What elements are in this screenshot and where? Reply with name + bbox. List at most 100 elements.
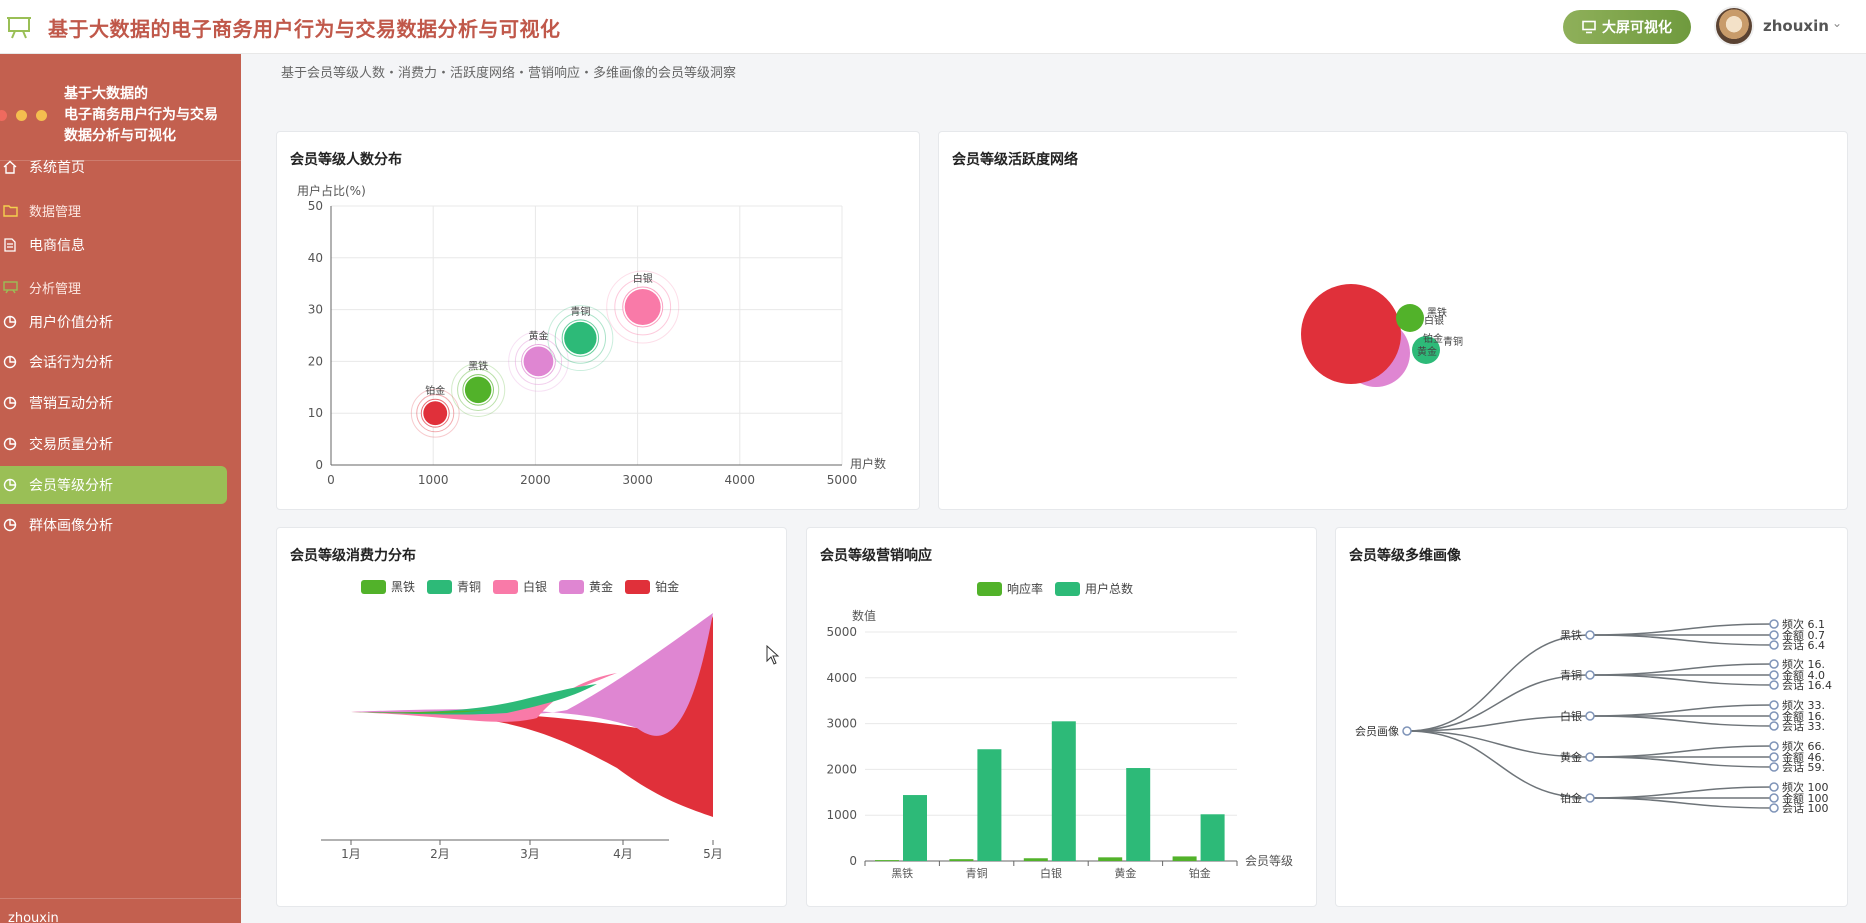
x-tick-label: 3000 bbox=[622, 473, 653, 487]
sidebar-item-group-3[interactable]: 分析管理 bbox=[0, 268, 241, 306]
dot-red-icon bbox=[0, 110, 7, 121]
bubble-point bbox=[523, 346, 554, 377]
sidebar-item-label: 电商信息 bbox=[29, 238, 85, 254]
y-tick-label: 3000 bbox=[826, 717, 857, 731]
tree-link bbox=[1589, 634, 1775, 646]
bubble-point bbox=[423, 401, 448, 426]
sidebar-item-label: 数据管理 bbox=[29, 204, 82, 220]
sidebar-item-label: 系统首页 bbox=[29, 160, 85, 176]
bubble-label: 黄金 bbox=[528, 329, 548, 342]
tree-link bbox=[1589, 786, 1775, 799]
sidebar-item-label: 分析管理 bbox=[29, 281, 82, 297]
tree-node bbox=[1585, 630, 1595, 640]
tree-node bbox=[1585, 752, 1595, 762]
x-tick-label: 黑铁 bbox=[891, 867, 913, 880]
tree-leaf-node bbox=[1769, 741, 1779, 751]
sidebar-title-line: 数据分析与可视化 bbox=[64, 128, 176, 144]
bubble-point bbox=[464, 376, 492, 404]
tree-leaf-node bbox=[1769, 670, 1779, 680]
bubble-label: 青铜 bbox=[570, 305, 590, 318]
tree-link bbox=[1589, 745, 1775, 758]
sidebar-item-4[interactable]: 用户价值分析 bbox=[0, 303, 241, 341]
bar bbox=[949, 859, 974, 861]
app-root: 基于大数据的电子商务用户行为与交易数据分析与可视化 大屏可视化 zhouxin … bbox=[0, 0, 1866, 923]
tree-node-label: 铂金 bbox=[1560, 791, 1582, 805]
x-tick-label: 4000 bbox=[725, 473, 756, 487]
sidebar-item-8[interactable]: 会员等级分析 bbox=[0, 466, 227, 504]
bar-chart[interactable]: 0 1000 2000 3000 4000 5000 数值会员等级黑铁 青铜 白银 黄金 铂金 bbox=[807, 528, 1318, 908]
sidebar-item-label: 交易质量分析 bbox=[29, 437, 113, 453]
y-axis-label: 用户占比(%) bbox=[297, 183, 366, 198]
page-subtitle: 基于会员等级人数・消费力・活跃度网络・营销响应・多维画像的会员等级洞察 bbox=[281, 66, 737, 81]
tree-leaf-node bbox=[1769, 762, 1779, 772]
pie-icon bbox=[2, 395, 18, 411]
network-chart-card: 会员等级活跃度网络 铂金 黄金 白银 黑铁 青铜 bbox=[938, 131, 1848, 510]
avatar[interactable] bbox=[1714, 6, 1754, 46]
y-tick-label: 2000 bbox=[826, 762, 857, 776]
tree-leaf-node bbox=[1769, 782, 1779, 792]
bar bbox=[875, 860, 899, 862]
sidebar-item-0[interactable]: 系统首页 bbox=[0, 148, 241, 186]
sidebar-item-9[interactable]: 群体画像分析 bbox=[0, 506, 241, 544]
document-icon bbox=[2, 237, 18, 253]
tree-leaf-label: 会话 16.4 bbox=[1782, 679, 1832, 692]
sidebar-title: 基于大数据的 电子商务用户行为与交易 数据分析与可视化 bbox=[64, 84, 218, 147]
y-tick-label: 0 bbox=[849, 854, 857, 868]
sidebar-item-6[interactable]: 营销互动分析 bbox=[0, 384, 241, 422]
tree-leaf-node bbox=[1769, 793, 1779, 803]
sidebar-item-label: 营销互动分析 bbox=[29, 396, 113, 412]
tree-leaf-node bbox=[1769, 711, 1779, 721]
tree-chart[interactable]: 黑铁频次 6.1金额 0.7会话 6.4青铜频次 16.金额 4.0会话 16.… bbox=[1336, 528, 1849, 908]
x-axis-label: 用户数 bbox=[850, 456, 886, 471]
bar bbox=[1098, 857, 1123, 861]
app-title: 基于大数据的电子商务用户行为与交易数据分析与可视化 bbox=[48, 17, 561, 41]
sidebar-item-label: 会话行为分析 bbox=[29, 355, 113, 371]
sidebar-item-5[interactable]: 会话行为分析 bbox=[0, 343, 241, 381]
sidebar-item-label: 群体画像分析 bbox=[29, 518, 113, 534]
bubble-label: 黑铁 bbox=[468, 360, 488, 373]
username[interactable]: zhouxin bbox=[1763, 17, 1829, 35]
network-node bbox=[1301, 284, 1401, 384]
home-icon bbox=[2, 159, 18, 175]
presentation-logo-icon bbox=[7, 17, 31, 39]
bar bbox=[1126, 768, 1151, 861]
tree-leaf-node bbox=[1769, 630, 1779, 640]
sidebar: 基于大数据的 电子商务用户行为与交易 数据分析与可视化 系统首页数据管理电商信息… bbox=[0, 54, 241, 923]
x-tick-label: 1月 bbox=[341, 847, 361, 861]
y-tick-label: 10 bbox=[308, 406, 323, 420]
tree-leaf-node bbox=[1769, 721, 1779, 731]
tree-leaf-node bbox=[1769, 700, 1779, 710]
tree-link bbox=[1406, 730, 1591, 799]
tree-node bbox=[1585, 711, 1595, 721]
bubble-chart[interactable]: 0 1000 2000 3000 4000 5000 0 10 20 30 40 50 用户数 用户占比(… bbox=[277, 132, 921, 511]
sidebar-item-group-1[interactable]: 数据管理 bbox=[0, 191, 241, 229]
tree-node bbox=[1585, 670, 1595, 680]
bigscreen-label: 大屏可视化 bbox=[1602, 20, 1672, 36]
y-tick-label: 1000 bbox=[826, 808, 857, 822]
chevron-down-icon[interactable]: ⌄ bbox=[1832, 16, 1842, 30]
bubble-point bbox=[624, 289, 661, 326]
y-tick-label: 20 bbox=[308, 354, 323, 368]
x-tick-label: 铂金 bbox=[1189, 866, 1211, 880]
x-tick-label: 2000 bbox=[520, 473, 551, 487]
sidebar-item-7[interactable]: 交易质量分析 bbox=[0, 425, 241, 463]
tree-leaf-node bbox=[1769, 752, 1779, 762]
bigscreen-button[interactable]: 大屏可视化 bbox=[1563, 10, 1691, 44]
x-tick-label: 白银 bbox=[1040, 866, 1062, 880]
y-tick-label: 30 bbox=[308, 303, 323, 317]
bubble-chart-card: 会员等级人数分布 0 1000 2000 3000 4000 5000 0 10 20 30 40 5… bbox=[276, 131, 920, 510]
tree-node-label: 黑铁 bbox=[1560, 629, 1582, 642]
tree-leaf-node bbox=[1769, 619, 1779, 629]
sidebar-item-2[interactable]: 电商信息 bbox=[0, 226, 241, 264]
tree-chart-card: 会员等级多维画像 黑铁 频次 6.1 金额 0.7 会话 6.4 青铜 频次 16. 金额 … bbox=[1335, 527, 1848, 907]
sidebar-footer-username: zhouxin bbox=[8, 911, 59, 923]
x-tick-label: 青铜 bbox=[966, 866, 988, 880]
stream-chart[interactable]: 1月 2月 3月 4月 5月 bbox=[277, 528, 788, 908]
network-chart[interactable]: 铂金黄金白银黑铁青铜 bbox=[939, 132, 1849, 511]
x-tick-label: 5月 bbox=[703, 847, 723, 861]
x-tick-label: 黄金 bbox=[1114, 866, 1136, 880]
bar bbox=[903, 795, 927, 861]
tree-link bbox=[1589, 704, 1775, 717]
top-bar: 基于大数据的电子商务用户行为与交易数据分析与可视化 大屏可视化 zhouxin … bbox=[0, 0, 1866, 54]
tree-link bbox=[1589, 797, 1775, 809]
